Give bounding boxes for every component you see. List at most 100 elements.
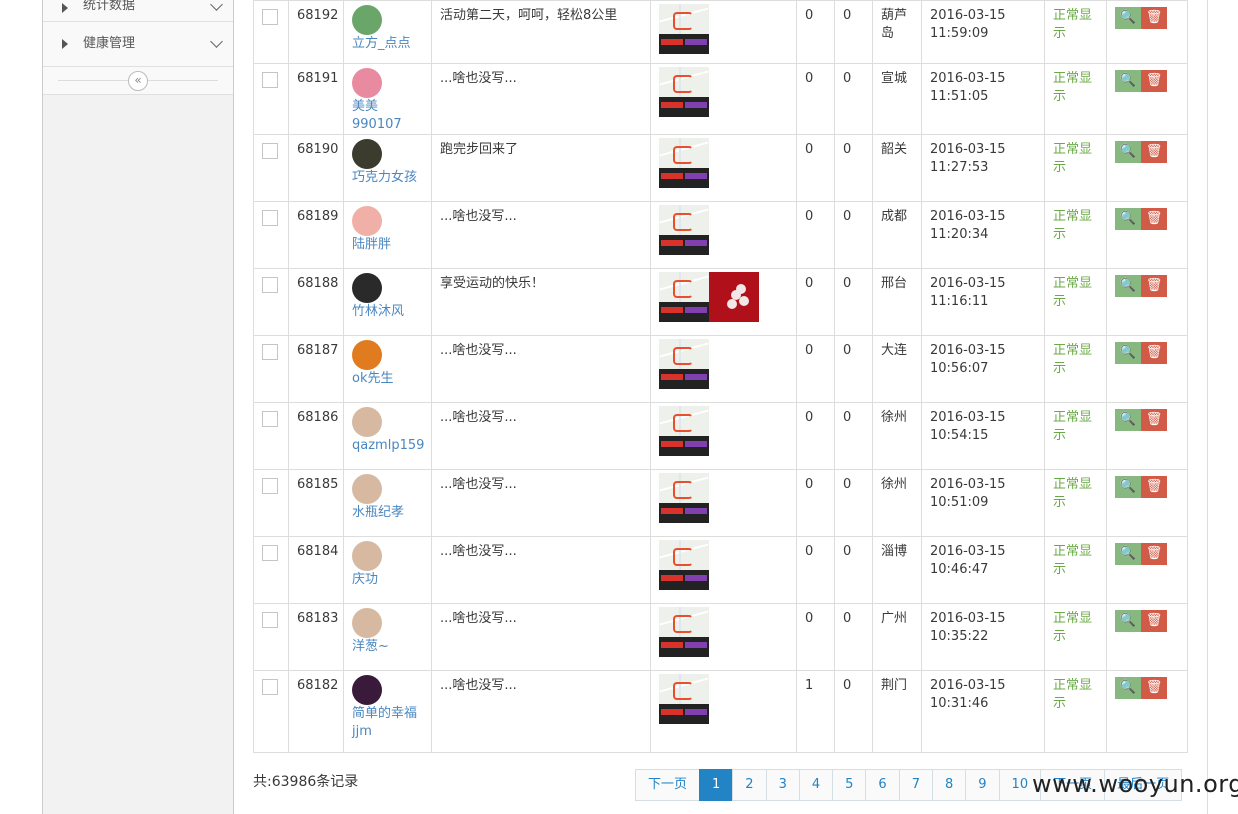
route-map-thumbnail[interactable] bbox=[659, 473, 709, 523]
avatar[interactable] bbox=[352, 273, 382, 303]
actions-cell: 🔍 🗑 bbox=[1106, 134, 1188, 202]
sidebar-item-health[interactable]: 健康管理 bbox=[43, 22, 233, 67]
city-cell: 成都 bbox=[872, 201, 922, 269]
avatar[interactable] bbox=[352, 5, 382, 35]
row-checkbox[interactable] bbox=[262, 143, 278, 159]
row-checkbox[interactable] bbox=[262, 210, 278, 226]
row-checkbox[interactable] bbox=[262, 411, 278, 427]
view-button[interactable]: 🔍 bbox=[1115, 275, 1141, 297]
username-link[interactable]: 陆胖胖 bbox=[352, 237, 391, 252]
username-link[interactable]: 美美990107 bbox=[352, 99, 402, 132]
delete-button[interactable]: 🗑 bbox=[1141, 610, 1167, 632]
route-map-thumbnail[interactable] bbox=[659, 339, 709, 389]
row-checkbox[interactable] bbox=[262, 679, 278, 695]
status-cell: 正常显示 bbox=[1044, 670, 1107, 753]
username-link[interactable]: 庆功 bbox=[352, 572, 378, 587]
view-button[interactable]: 🔍 bbox=[1115, 610, 1141, 632]
row-checkbox[interactable] bbox=[262, 72, 278, 88]
table-row: 68190 巧克力女孩 跑完步回来了 0 0 韶关 2016-03-15 11:27:53 正常… bbox=[253, 134, 1188, 202]
search-icon: 🔍 bbox=[1119, 211, 1137, 226]
route-map-thumbnail[interactable] bbox=[659, 4, 709, 54]
row-checkbox[interactable] bbox=[262, 9, 278, 25]
username-link[interactable]: 洋葱~ bbox=[352, 639, 389, 654]
view-button[interactable]: 🔍 bbox=[1115, 342, 1141, 364]
route-map-thumbnail[interactable] bbox=[659, 607, 709, 657]
row-checkbox[interactable] bbox=[262, 277, 278, 293]
username-link[interactable]: 简单的幸福jjm bbox=[352, 706, 417, 739]
page-link[interactable]: 8 bbox=[931, 769, 967, 801]
content-cell: 跑完步回来了 bbox=[431, 134, 651, 202]
route-map-thumbnail[interactable] bbox=[659, 67, 709, 117]
user-cell: 庆功 bbox=[343, 536, 432, 604]
row-checkbox[interactable] bbox=[262, 545, 278, 561]
collapse-sidebar-button[interactable]: « bbox=[128, 71, 148, 91]
route-map-thumbnail[interactable] bbox=[659, 205, 709, 255]
route-map-thumbnail[interactable] bbox=[659, 540, 709, 590]
username-link[interactable]: 竹林沐风 bbox=[352, 304, 404, 319]
view-button[interactable]: 🔍 bbox=[1115, 7, 1141, 29]
username-link[interactable]: 立方_点点 bbox=[352, 36, 411, 51]
delete-button[interactable]: 🗑 bbox=[1141, 543, 1167, 565]
row-checkbox[interactable] bbox=[262, 612, 278, 628]
username-link[interactable]: 巧克力女孩 bbox=[352, 170, 417, 185]
page-link[interactable]: 2 bbox=[732, 769, 767, 801]
view-button[interactable]: 🔍 bbox=[1115, 677, 1141, 699]
sidebar-item-label: 统计数据 bbox=[83, 0, 136, 13]
content-cell: ...啥也没写... bbox=[431, 402, 651, 470]
route-map-thumbnail[interactable] bbox=[659, 674, 709, 724]
id-cell: 68185 bbox=[288, 469, 344, 537]
delete-button[interactable]: 🗑 bbox=[1141, 141, 1167, 163]
avatar[interactable] bbox=[352, 675, 382, 705]
page-link[interactable]: 3 bbox=[765, 769, 800, 801]
avatar[interactable] bbox=[352, 340, 382, 370]
delete-button[interactable]: 🗑 bbox=[1141, 70, 1167, 92]
row-checkbox[interactable] bbox=[262, 344, 278, 360]
row-checkbox[interactable] bbox=[262, 478, 278, 494]
view-button[interactable]: 🔍 bbox=[1115, 476, 1141, 498]
avatar[interactable] bbox=[352, 541, 382, 571]
page-link[interactable]: 5 bbox=[832, 769, 867, 801]
page-link[interactable]: 6 bbox=[865, 769, 900, 801]
avatar[interactable] bbox=[352, 68, 382, 98]
page-link[interactable]: 1 bbox=[699, 769, 734, 801]
route-map-thumbnail[interactable] bbox=[659, 272, 709, 322]
time-text: 10:56:07 bbox=[930, 361, 989, 376]
delete-button[interactable]: 🗑 bbox=[1141, 409, 1167, 431]
username-link[interactable]: qazmlp159 bbox=[352, 438, 424, 453]
sidebar-item-stats[interactable]: 统计数据 bbox=[43, 0, 233, 22]
page-link[interactable]: 下一页 bbox=[635, 769, 701, 801]
city-cell: 徐州 bbox=[872, 469, 922, 537]
view-button[interactable]: 🔍 bbox=[1115, 70, 1141, 92]
photo-thumbnail[interactable] bbox=[709, 272, 759, 322]
page-link[interactable]: 7 bbox=[898, 769, 933, 801]
avatar[interactable] bbox=[352, 474, 382, 504]
delete-button[interactable]: 🗑 bbox=[1141, 7, 1167, 29]
avatar[interactable] bbox=[352, 206, 382, 236]
delete-button[interactable]: 🗑 bbox=[1141, 677, 1167, 699]
delete-button[interactable]: 🗑 bbox=[1141, 208, 1167, 230]
view-button[interactable]: 🔍 bbox=[1115, 543, 1141, 565]
count-cell-1: 0 bbox=[796, 536, 835, 604]
page-link[interactable]: 4 bbox=[798, 769, 834, 801]
table-row: 68188 竹林沐风 享受运动的快乐！ 0 0 邢台 2016-03-15 11:16:11 正… bbox=[253, 268, 1188, 336]
actions-cell: 🔍 🗑 bbox=[1106, 268, 1188, 336]
avatar[interactable] bbox=[352, 139, 382, 169]
avatar[interactable] bbox=[352, 608, 382, 638]
username-link[interactable]: 水瓶纪孝 bbox=[352, 505, 404, 520]
route-map-thumbnail[interactable] bbox=[659, 138, 709, 188]
route-map-thumbnail[interactable] bbox=[659, 406, 709, 456]
delete-button[interactable]: 🗑 bbox=[1141, 275, 1167, 297]
date-text: 2016-03-15 bbox=[930, 343, 1006, 358]
delete-button[interactable]: 🗑 bbox=[1141, 342, 1167, 364]
page-link[interactable]: 9 bbox=[965, 769, 1000, 801]
view-button[interactable]: 🔍 bbox=[1115, 409, 1141, 431]
delete-button[interactable]: 🗑 bbox=[1141, 476, 1167, 498]
status-cell: 正常显示 bbox=[1044, 201, 1107, 269]
view-button[interactable]: 🔍 bbox=[1115, 208, 1141, 230]
status-text: 正常显示 bbox=[1053, 209, 1093, 242]
id-cell: 68186 bbox=[288, 402, 344, 470]
view-button[interactable]: 🔍 bbox=[1115, 141, 1141, 163]
status-text: 正常显示 bbox=[1053, 142, 1093, 175]
avatar[interactable] bbox=[352, 407, 382, 437]
username-link[interactable]: ok先生 bbox=[352, 371, 393, 386]
